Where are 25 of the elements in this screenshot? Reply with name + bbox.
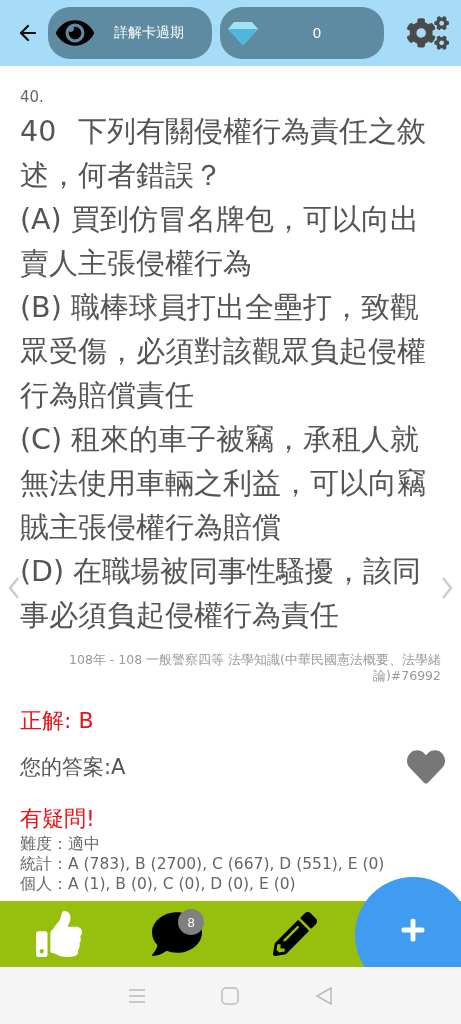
heart-icon[interactable]: [407, 748, 445, 786]
chevron-right-icon[interactable]: [441, 576, 453, 600]
thumbs-up-icon: [36, 911, 82, 957]
stats-text: 難度：適中: [20, 834, 101, 854]
question-text: 40 下列有關侵權行為責任之敘述，何者錯誤？: [20, 114, 428, 194]
answer-option: (B) 職棒球員打出全壘打，致觀眾受傷，必須對該觀眾負起侵權行為賠償責任: [20, 286, 441, 418]
plus-icon: [400, 917, 426, 943]
your-answer: 您的答案:A: [20, 754, 126, 781]
doubt-link[interactable]: 有疑問!: [20, 804, 441, 834]
chevron-left-icon[interactable]: [8, 576, 20, 600]
comment-count: 8: [178, 909, 204, 935]
diamond-button[interactable]: 0: [220, 7, 384, 59]
home-square-icon[interactable]: [221, 986, 240, 1005]
answer-option: (A) 買到仿冒名牌包，可以向出賣人主張侵權行為: [20, 198, 441, 286]
answer-option: (C) 租來的車子被竊，承租人就無法使用車輛之利益，可以向竊賊主張侵權行為賠償: [20, 418, 441, 550]
pencil-icon: [273, 912, 317, 956]
answer-option: (D) 在職場被同事性騷擾，該同事必須負起侵權行為責任: [20, 550, 441, 638]
correct-answer: 正解: B: [20, 707, 95, 735]
back-triangle-icon[interactable]: [315, 986, 334, 1005]
explanation-button[interactable]: 詳解卡過期: [48, 7, 212, 59]
stats-text: 個人：A (1), B (0), C (0), D (0), E (0): [20, 874, 297, 894]
stats-text: 統計：A (783), B (2700), C (667), D (551), E (0): [20, 854, 386, 874]
question-index: 40.: [20, 88, 45, 106]
menu-icon[interactable]: [127, 987, 146, 1004]
diamond-icon: [228, 21, 258, 45]
